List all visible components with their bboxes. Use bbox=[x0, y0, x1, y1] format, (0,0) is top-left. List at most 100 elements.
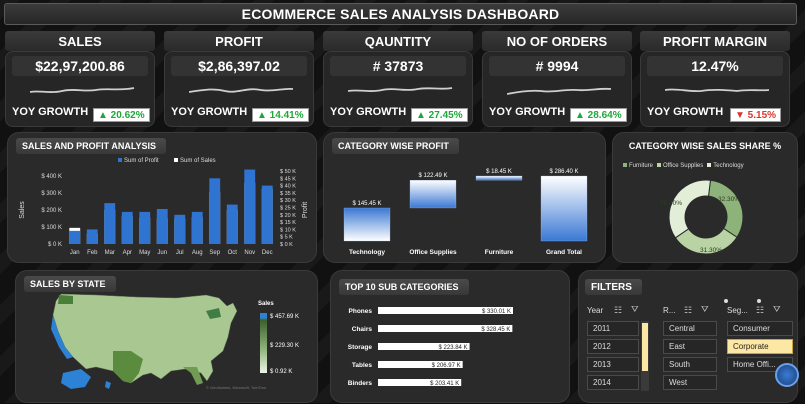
segment-slicer: Seg... ☷ ⛛ Consumer Corporate Home Offi... bbox=[723, 299, 797, 404]
category-share-panel: CATEGORY WISE SALES SHARE % Furniture Off… bbox=[612, 132, 798, 263]
waterfall-data-label: $ 286.40 K bbox=[549, 169, 578, 175]
bar-profit bbox=[156, 208, 168, 244]
clear-filter-icon[interactable]: ⛛ bbox=[701, 304, 709, 315]
y-tick-right: $ 15 K bbox=[280, 220, 296, 226]
waterfall-data-label: $ 122.49 K bbox=[418, 173, 447, 179]
waterfall-bar bbox=[540, 175, 588, 242]
y-tick-right: $ 45 K bbox=[280, 176, 296, 182]
donut-data-label: 36.40% bbox=[660, 200, 682, 207]
y-axis-label-left: Sales bbox=[19, 201, 26, 219]
sales-by-state-panel: SALES BY STATE Sales $ 457.69 K $ 229.30… bbox=[15, 270, 318, 403]
category-share-donut: 32.30% 31.30% 36.40% bbox=[660, 179, 744, 255]
kpi-header-4: PROFIT MARGIN bbox=[640, 31, 790, 51]
subcategory-label: Chairs bbox=[352, 326, 373, 333]
subcategory-value-label: $ 206.97 K bbox=[432, 363, 461, 369]
donut-slice bbox=[668, 179, 711, 239]
hawaii-shape bbox=[105, 381, 111, 389]
kpi-header-2: QAUNTITY bbox=[323, 31, 473, 51]
legend-profit-swatch bbox=[118, 158, 122, 162]
kpi-sparkline bbox=[189, 87, 294, 93]
x-tick-label: Dec bbox=[262, 250, 273, 256]
subcategory-value-label: $ 203.41 K bbox=[430, 381, 459, 387]
bar-profit bbox=[86, 229, 98, 244]
subcategory-label: Tables bbox=[352, 362, 372, 369]
filters-panel: FILTERS Year ☷ ⛛ 2011 2012 2013 2014 R... ☷… bbox=[578, 270, 799, 404]
year-slicer-item[interactable]: 2013 bbox=[587, 357, 639, 372]
category-profit-chart: $ 145.45 K Technology $ 122.49 K Office Sup… bbox=[343, 169, 588, 256]
subcategory-value-label: $ 328.45 K bbox=[481, 327, 510, 333]
y-tick-right: $ 35 K bbox=[280, 191, 296, 197]
bar-profit bbox=[174, 214, 186, 244]
year-slicer-item[interactable]: 2011 bbox=[587, 321, 639, 336]
y-tick-left: $ 300 K bbox=[41, 191, 62, 197]
us-map[interactable] bbox=[16, 271, 319, 404]
kpi-yoy-label: YOY GROWTH bbox=[330, 106, 407, 118]
bar-profit bbox=[104, 203, 116, 244]
waterfall-data-label: $ 18.45 K bbox=[486, 169, 512, 175]
segment-slicer-item[interactable]: Corporate bbox=[727, 339, 793, 354]
map-attribution: © GeoNames, Microsoft, TomTom bbox=[206, 385, 266, 390]
kpi-header-0: SALES bbox=[5, 31, 155, 51]
cursor-badge bbox=[775, 363, 799, 387]
kpi-sparkline-path bbox=[30, 87, 135, 94]
multi-select-icon[interactable]: ☷ bbox=[684, 305, 692, 316]
y-tick-right: $ 0 K bbox=[280, 242, 293, 248]
region-slicer-item[interactable]: Central bbox=[663, 321, 717, 336]
waterfall-category-label: Furniture bbox=[485, 249, 514, 256]
legend-profit-label: Sum of Profit bbox=[124, 158, 159, 164]
year-scrollbar-thumb[interactable] bbox=[642, 323, 648, 371]
kpi-sparkline bbox=[507, 87, 612, 95]
waterfall-category-label: Grand Total bbox=[546, 249, 582, 256]
kpi-growth-badge: ▲ 27.45% bbox=[411, 108, 468, 122]
year-slicer-header: Year bbox=[587, 306, 604, 315]
clear-filter-icon[interactable]: ⛛ bbox=[773, 304, 781, 315]
kpi-value: 12.47% bbox=[647, 56, 783, 76]
sales-profit-chart: Sum of Profit Sum of Sales $ 400 K $ 300 K $… bbox=[19, 158, 309, 256]
top-subcategories-panel: TOP 10 SUB CATEGORIES Phones $ 330.01 K Ch… bbox=[330, 270, 570, 403]
subcategory-label: Binders bbox=[348, 380, 373, 387]
clear-filter-icon[interactable]: ⛛ bbox=[631, 304, 639, 315]
region-slicer-item[interactable]: South bbox=[663, 357, 717, 372]
y-axis-label-right: Profit bbox=[302, 202, 309, 218]
kpi-sparkline-path bbox=[348, 87, 453, 93]
kpi-sparkline bbox=[348, 87, 453, 93]
kpi-sparkline-path bbox=[507, 87, 612, 95]
subcategory-label: Storage bbox=[348, 344, 373, 351]
legend-sales-swatch bbox=[174, 158, 178, 162]
y-tick-right: $ 25 K bbox=[280, 206, 296, 212]
sales-profit-panel: SALES AND PROFIT ANALYSIS Sum of Profit S… bbox=[7, 132, 317, 263]
resize-handle[interactable] bbox=[757, 299, 761, 303]
resize-handle[interactable] bbox=[724, 299, 728, 303]
y-tick-left: $ 400 K bbox=[41, 174, 62, 180]
kpi-sparkline bbox=[30, 87, 135, 94]
multi-select-icon[interactable]: ☷ bbox=[614, 305, 622, 316]
x-tick-label: Jan bbox=[70, 250, 80, 256]
multi-select-icon[interactable]: ☷ bbox=[756, 305, 764, 316]
bar-profit bbox=[244, 169, 256, 244]
year-slicer-item[interactable]: 2012 bbox=[587, 339, 639, 354]
region-slicer-item[interactable]: West bbox=[663, 375, 717, 390]
kpi-growth-badge: ▲ 28.64% bbox=[570, 108, 627, 122]
map-legend-min: $ 0.92 K bbox=[270, 369, 293, 375]
bar-profit bbox=[69, 230, 81, 244]
bar-profit bbox=[121, 211, 133, 244]
category-profit-panel: CATEGORY WISE PROFIT $ 145.45 K Technolog… bbox=[323, 132, 606, 263]
legend-sales-label: Sum of Sales bbox=[180, 158, 216, 164]
filters-title: FILTERS bbox=[585, 279, 642, 295]
kpi-sparkline bbox=[665, 88, 770, 93]
year-scrollbar[interactable] bbox=[641, 321, 649, 391]
year-slicer-item[interactable]: 2014 bbox=[587, 375, 639, 390]
region-slicer-item[interactable]: East bbox=[663, 339, 717, 354]
segment-slicer-header: Seg... bbox=[727, 306, 748, 315]
kpi-growth-badge: ▼ 5.15% bbox=[730, 108, 782, 122]
map-legend-max: $ 457.69 K bbox=[270, 314, 300, 320]
x-tick-label: Feb bbox=[87, 250, 98, 256]
x-tick-label: Oct bbox=[228, 250, 238, 256]
region-slicer: R... ☷ ⛛ Central East South West bbox=[659, 301, 719, 404]
x-tick-label: Mar bbox=[105, 250, 115, 256]
waterfall-bar bbox=[409, 180, 457, 209]
waterfall-category-label: Technology bbox=[349, 249, 385, 256]
y-tick-right: $ 5 K bbox=[280, 235, 293, 241]
segment-slicer-item[interactable]: Consumer bbox=[727, 321, 793, 336]
y-tick-right: $ 20 K bbox=[280, 213, 296, 219]
